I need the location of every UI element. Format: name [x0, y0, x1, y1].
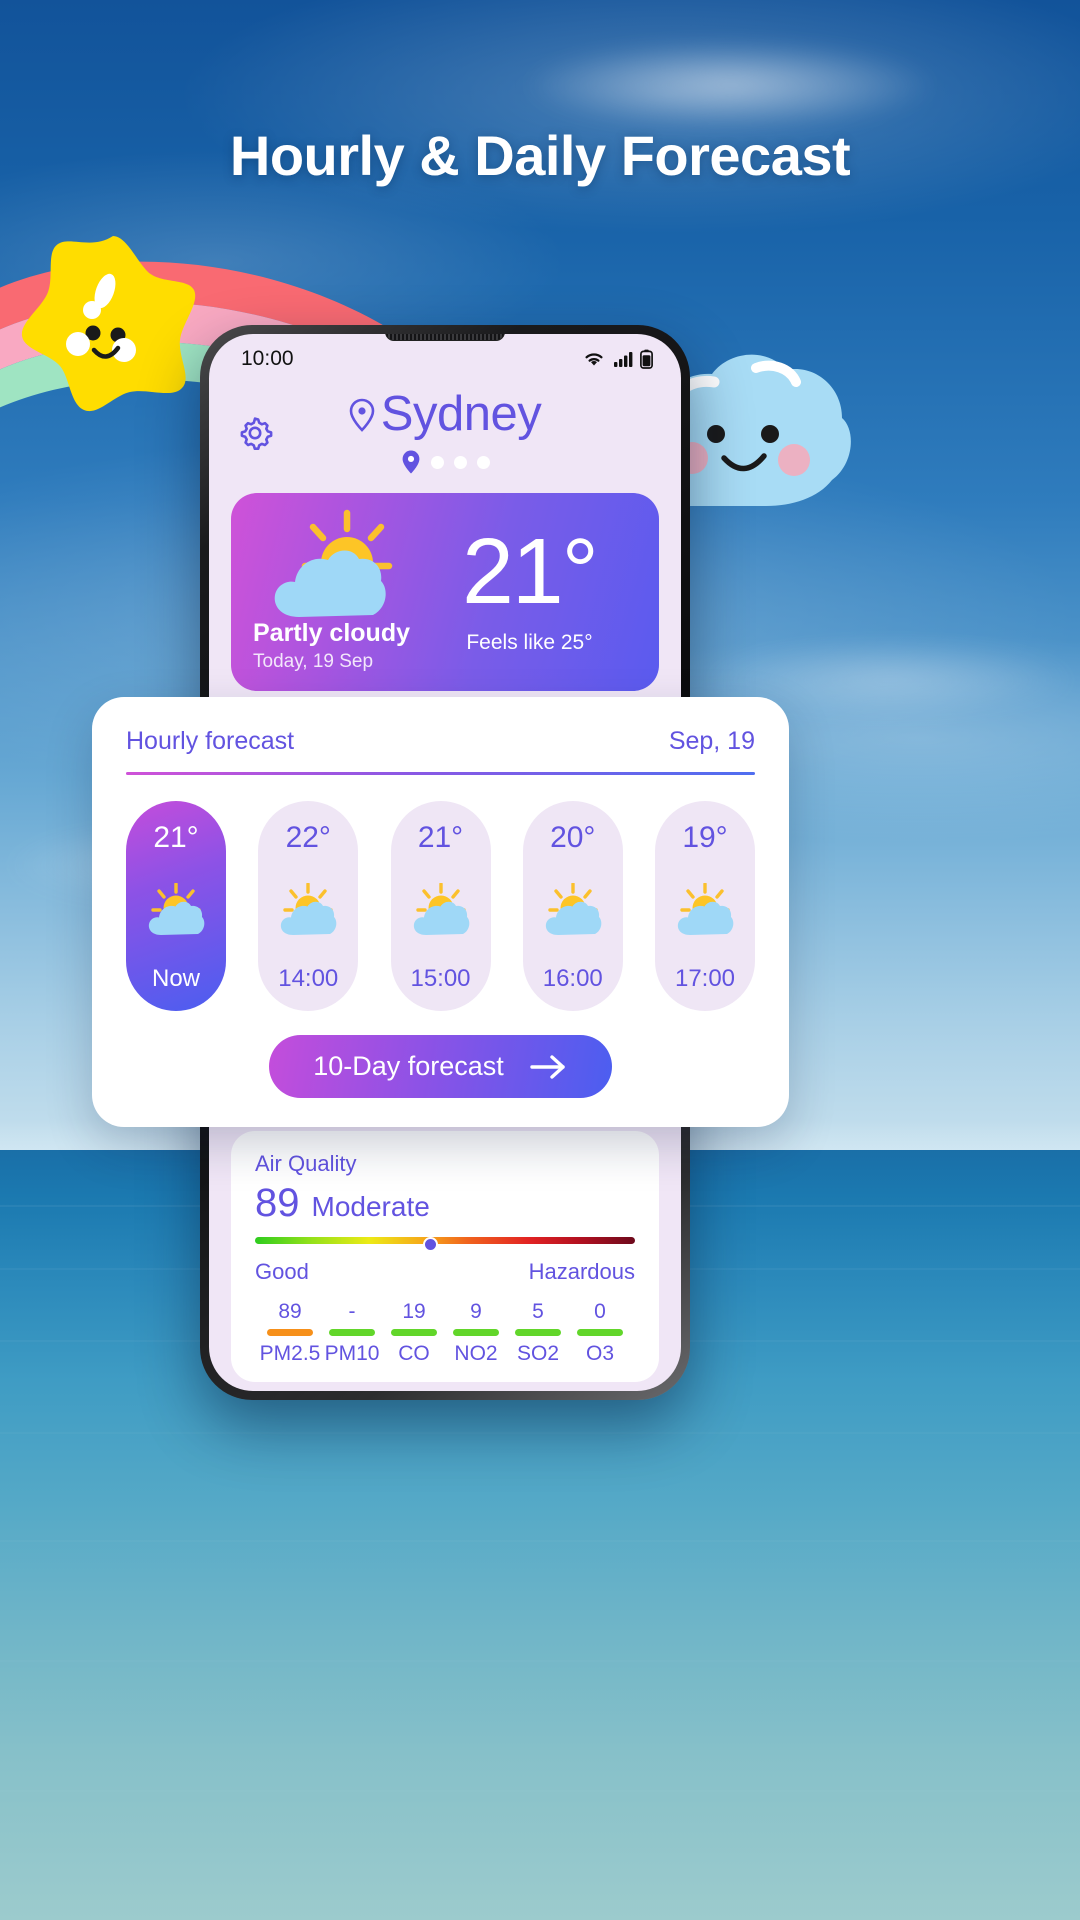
status-time: 10:00 [241, 347, 294, 370]
location-pin-indicator-icon [402, 450, 419, 474]
hourly-pill-time: 15:00 [410, 965, 471, 992]
current-weather-card[interactable]: Partly cloudy Today, 19 Sep 21° Feels li… [231, 493, 659, 691]
hourly-pill-temp: 19° [682, 821, 728, 854]
air-quality-marker [422, 1237, 438, 1252]
city-row[interactable]: Sydney [349, 387, 542, 441]
pollutant-bar [267, 1329, 313, 1336]
sea-ripple [0, 1790, 1080, 1792]
air-quality-title: Air Quality [255, 1151, 357, 1176]
cta-wrapper: 10-Day forecast [126, 1035, 755, 1098]
pollutant-item: - PM10 [321, 1301, 383, 1364]
hourly-pill-temp: 22° [285, 821, 331, 854]
feels-like-text: Feels like 25° [466, 631, 593, 655]
hourly-pill-temp: 21° [417, 821, 464, 854]
current-weather-right: 21° Feels like 25° [422, 509, 637, 673]
location-pin-icon [349, 398, 375, 432]
air-quality-scale [255, 1237, 635, 1252]
air-quality-card[interactable]: Air Quality 89 Moderate Good Hazardous 8… [231, 1131, 659, 1382]
hourly-pill[interactable]: 22° 14:00 [258, 801, 359, 1011]
hourly-pill-time: Now [151, 965, 200, 992]
pollutant-item: 5 SO2 [507, 1301, 569, 1364]
hourly-title: Hourly forecast [126, 727, 295, 755]
pollutant-bar [329, 1329, 375, 1336]
pollutant-value: 19 [402, 1300, 426, 1323]
pollutant-value: 9 [470, 1300, 482, 1323]
partly-cloudy-icon [545, 883, 602, 935]
page-indicator[interactable] [401, 449, 490, 475]
pollutant-value: 89 [278, 1300, 302, 1323]
cta-label: 10-Day forecast [313, 1051, 504, 1081]
hourly-date: Sep, 19 [668, 727, 755, 755]
partly-cloudy-icon [274, 509, 393, 617]
hourly-pill-time: 16:00 [542, 965, 603, 992]
current-weather-left: Partly cloudy Today, 19 Sep [253, 509, 422, 673]
hourly-pill-temp: 20° [550, 821, 596, 854]
pollutant-name: NO2 [454, 1342, 498, 1365]
earpiece-notch [385, 334, 505, 341]
air-quality-scale-labels: Good Hazardous [255, 1259, 635, 1285]
pollutant-bar [515, 1329, 561, 1336]
pollutant-item: 9 NO2 [445, 1301, 507, 1364]
partly-cloudy-icon [148, 883, 205, 935]
current-date: Today, 19 Sep [253, 651, 374, 672]
page-dot[interactable] [430, 455, 444, 469]
partly-cloudy-icon [281, 883, 337, 935]
pollutant-name: PM2.5 [259, 1342, 321, 1365]
hourly-pill[interactable]: 19° 17:00 [655, 801, 755, 1011]
pollutant-name: CO [398, 1342, 430, 1365]
pollutant-item: 19 CO [383, 1301, 445, 1364]
pollutant-name: PM10 [324, 1342, 380, 1365]
hourly-pill[interactable]: 21° 15:00 [390, 801, 491, 1011]
hourly-pill-temp: 21° [153, 821, 199, 854]
partly-cloudy-icon [413, 883, 469, 935]
app-header: Sydney [209, 378, 681, 475]
promo-headline: Hourly & Daily Forecast [229, 124, 851, 187]
sea-ripple [0, 1540, 1080, 1542]
air-quality-summary: 89 Moderate [255, 1183, 635, 1223]
hourly-header: Hourly forecast Sep, 19 [126, 727, 755, 756]
pollutant-value: 0 [594, 1300, 606, 1323]
pollutant-value: - [348, 1300, 356, 1323]
hourly-pill-list: 21° Now 22° 14:00 21° 15:00 20° 16:00 19° [126, 801, 755, 1011]
wifi-icon [585, 353, 603, 366]
cloud-wisp [520, 40, 940, 130]
hourly-pill[interactable]: 21° Now [126, 801, 226, 1011]
hourly-pill-time: 17:00 [674, 965, 736, 992]
ten-day-forecast-button[interactable]: 10-Day forecast [269, 1035, 612, 1098]
pollutant-row: 89 PM2.5 - PM10 19 CO 9 NO2 5 SO2 0 O3 [255, 1301, 635, 1364]
pollutant-value: 5 [532, 1300, 544, 1323]
sea-ripple [0, 1660, 1080, 1662]
hourly-pill-time: 14:00 [278, 965, 339, 992]
sea-ripple [0, 1432, 1080, 1434]
page-dot[interactable] [476, 455, 490, 469]
air-quality-category: Moderate [311, 1191, 430, 1222]
hourly-pill[interactable]: 20° 16:00 [522, 801, 623, 1011]
pollutant-item: 0 O3 [569, 1301, 631, 1364]
arrow-right-icon [530, 1054, 565, 1079]
pollutant-name: SO2 [516, 1342, 560, 1365]
scale-high-label: Hazardous [528, 1259, 635, 1284]
air-quality-index: 89 [255, 1181, 300, 1225]
hourly-forecast-card: Hourly forecast Sep, 19 21° Now 22° 14:00… [92, 697, 789, 1127]
battery-icon [640, 349, 653, 369]
pollutant-name: O3 [585, 1342, 614, 1365]
city-name: Sydney [380, 387, 542, 441]
status-icon-group [582, 349, 653, 369]
page-dot[interactable] [453, 455, 467, 469]
pollutant-item: 89 PM2.5 [259, 1301, 321, 1364]
current-temperature: 21° [462, 518, 599, 623]
partly-cloudy-icon [677, 883, 734, 935]
hourly-divider [126, 772, 755, 775]
pollutant-bar [391, 1329, 437, 1336]
pollutant-bar [453, 1329, 499, 1336]
cellular-signal-icon [614, 352, 633, 367]
current-condition: Partly cloudy [253, 618, 410, 647]
smiling-star-icon [21, 236, 196, 412]
city-selector[interactable]: Sydney [235, 390, 655, 475]
air-quality-gradient-bar [255, 1237, 635, 1244]
scale-low-label: Good [255, 1259, 309, 1284]
pollutant-bar [577, 1329, 623, 1336]
